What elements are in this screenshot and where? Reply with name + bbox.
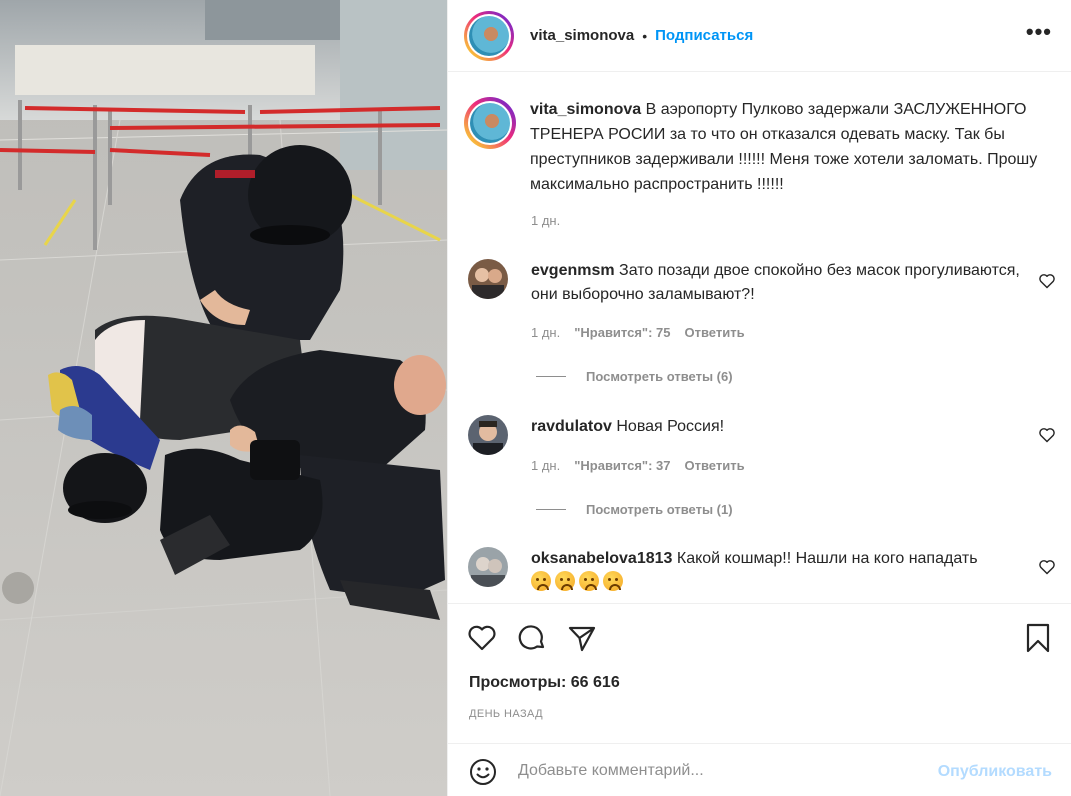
post-media[interactable] bbox=[0, 0, 447, 796]
sad-emoji-icon bbox=[531, 571, 551, 591]
post-date[interactable]: ДЕНЬ НАЗАД bbox=[469, 708, 543, 720]
separator-dot: • bbox=[642, 27, 648, 44]
comment-time[interactable]: 1 дн. bbox=[531, 458, 560, 473]
like-icon[interactable] bbox=[466, 622, 498, 654]
commenter-username[interactable]: evgenmsm bbox=[531, 262, 615, 279]
share-icon[interactable] bbox=[566, 622, 598, 654]
comment-icon[interactable] bbox=[516, 622, 548, 654]
video-frame bbox=[0, 0, 447, 796]
comment-likes[interactable]: "Нравится": 75 bbox=[574, 325, 670, 340]
like-comment-icon[interactable] bbox=[1038, 559, 1056, 575]
replies-divider bbox=[536, 376, 566, 377]
save-bookmark-icon[interactable] bbox=[1022, 622, 1054, 654]
post-caption: vita_simonova В аэропорту Пулково задерж… bbox=[464, 97, 1064, 197]
commenter-avatar[interactable] bbox=[468, 415, 508, 455]
commenter-username[interactable]: oksanabelova1813 bbox=[531, 550, 672, 567]
author-avatar[interactable] bbox=[464, 10, 514, 61]
view-replies-button[interactable]: Посмотреть ответы (1) bbox=[536, 502, 733, 517]
views-count[interactable]: Просмотры: 66 616 bbox=[469, 674, 620, 692]
post-panel: vita_simonova • Подписаться ••• vita_sim… bbox=[447, 0, 1071, 796]
post-header: vita_simonova • Подписаться ••• bbox=[448, 0, 1071, 72]
like-comment-icon[interactable] bbox=[1038, 427, 1056, 443]
follow-button[interactable]: Подписаться bbox=[655, 27, 753, 44]
view-replies-button[interactable]: Посмотреть ответы (6) bbox=[536, 369, 733, 384]
comment-time[interactable]: 1 дн. bbox=[531, 325, 560, 340]
reply-button[interactable]: Ответить bbox=[685, 458, 745, 473]
commenter-username[interactable]: ravdulatov bbox=[531, 418, 612, 435]
caption-avatar[interactable] bbox=[464, 97, 516, 149]
reply-button[interactable]: Ответить bbox=[685, 325, 745, 340]
sad-emoji-icon bbox=[579, 571, 599, 591]
like-comment-icon[interactable] bbox=[1038, 273, 1056, 289]
caption-username[interactable]: vita_simonova bbox=[530, 101, 641, 118]
comment-text: Новая Россия! bbox=[616, 418, 725, 435]
emoji-picker-icon[interactable] bbox=[468, 757, 498, 787]
more-options-icon[interactable]: ••• bbox=[1026, 21, 1052, 43]
comment-likes[interactable]: "Нравится": 37 bbox=[574, 458, 670, 473]
view-replies-label: Посмотреть ответы (1) bbox=[586, 502, 733, 517]
post-actions: Просмотры: 66 616 ДЕНЬ НАЗАД Опубликоват… bbox=[448, 603, 1071, 796]
author-username[interactable]: vita_simonova bbox=[530, 27, 634, 44]
replies-divider bbox=[536, 509, 566, 510]
add-comment-bar: Опубликовать bbox=[448, 743, 1071, 796]
sad-emoji-icon bbox=[603, 571, 623, 591]
commenter-avatar[interactable] bbox=[468, 259, 508, 299]
view-replies-label: Посмотреть ответы (6) bbox=[586, 369, 733, 384]
comment-text: Какой кошмар!! Нашли на кого нападать bbox=[676, 550, 978, 567]
comments-list[interactable]: vita_simonova В аэропорту Пулково задерж… bbox=[448, 73, 1071, 603]
sad-emoji-icon bbox=[555, 571, 575, 591]
commenter-avatar[interactable] bbox=[468, 547, 508, 587]
comment-input[interactable] bbox=[518, 756, 918, 786]
caption-time[interactable]: 1 дн. bbox=[531, 213, 560, 228]
publish-button[interactable]: Опубликовать bbox=[938, 763, 1052, 781]
comment-meta: 1 дн. "Нравится": 75 Ответить bbox=[531, 325, 745, 340]
comment-meta: 1 дн. "Нравится": 37 Ответить bbox=[531, 458, 745, 473]
